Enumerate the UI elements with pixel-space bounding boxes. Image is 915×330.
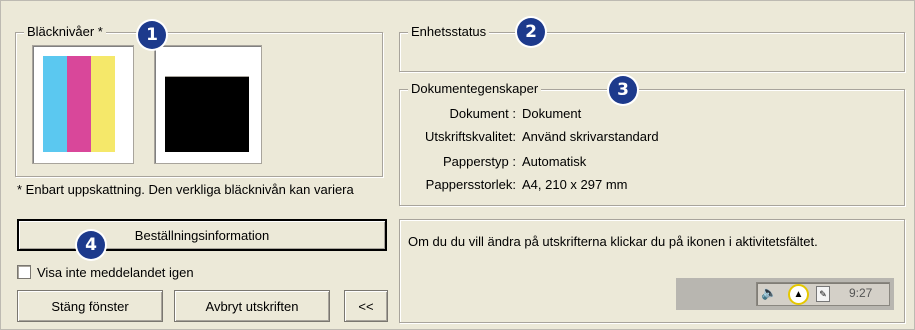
property-row-quality: Utskriftskvalitet: Använd skrivarstandar…	[400, 129, 730, 149]
printer-status-dialog: Bläcknivåer * 1 * Enbart uppskattning. D…	[0, 0, 915, 330]
system-tray: 🔈 ▲ ✎ 9:27	[756, 282, 890, 306]
taskbar-preview: 🔈 ▲ ✎ 9:27	[676, 278, 894, 310]
black-ink	[165, 77, 249, 152]
property-label: Pappersstorlek:	[425, 177, 516, 192]
notepad-icon: ✎	[816, 286, 830, 302]
dont-show-again-option[interactable]: Visa inte meddelandet igen	[17, 264, 194, 280]
speaker-icon: 🔈	[761, 285, 778, 300]
property-label: Utskriftskvalitet:	[424, 129, 516, 144]
document-properties-group: Dokumentegenskaper Dokument : Dokument U…	[399, 81, 905, 206]
magenta-ink	[67, 56, 91, 152]
callout-badge-3: 3	[609, 76, 637, 104]
ink-levels-title: Bläcknivåer *	[24, 24, 106, 40]
property-label: Papperstyp :	[443, 154, 516, 169]
cyan-ink	[43, 56, 67, 152]
black-cartridge	[154, 45, 262, 164]
black-ink-empty-portion	[165, 56, 249, 77]
property-value: A4, 210 x 297 mm	[522, 177, 628, 192]
property-label: Dokument :	[449, 106, 516, 121]
order-info-button[interactable]: Beställningsinformation	[17, 219, 387, 251]
dont-show-again-label: Visa inte meddelandet igen	[37, 264, 194, 280]
callout-badge-4: 4	[77, 231, 105, 259]
printer-status-icon[interactable]: ▲	[788, 284, 809, 305]
property-row-paper-size: Pappersstorlek: A4, 210 x 297 mm	[400, 177, 730, 197]
device-status-title: Enhetsstatus	[408, 24, 490, 40]
property-value: Dokument	[522, 106, 582, 121]
property-value: Automatisk	[522, 154, 587, 169]
ink-levels-group: Bläcknivåer *	[15, 24, 383, 177]
ink-footnote: * Enbart uppskattning. Den verkliga bläc…	[17, 182, 354, 197]
callout-badge-2: 2	[517, 18, 545, 46]
message-panel: Om du du vill ändra på utskrifterna klic…	[399, 219, 905, 323]
collapse-button[interactable]: <<	[344, 290, 388, 322]
property-row-paper-type: Papperstyp : Automatisk	[400, 154, 730, 174]
property-value: Använd skrivarstandard	[522, 129, 659, 144]
tricolor-cartridge	[32, 45, 134, 164]
tray-clock: 9:27	[849, 286, 873, 300]
callout-badge-1: 1	[138, 21, 166, 49]
cancel-print-button[interactable]: Avbryt utskriften	[174, 290, 330, 322]
message-text: Om du du vill ändra på utskrifterna klic…	[408, 234, 818, 249]
yellow-ink	[91, 56, 115, 152]
property-row-document: Dokument : Dokument	[400, 106, 730, 126]
device-status-group: Enhetsstatus	[399, 24, 905, 72]
document-properties-title: Dokumentegenskaper	[408, 81, 542, 97]
dont-show-again-checkbox[interactable]	[17, 265, 31, 279]
close-window-button[interactable]: Stäng fönster	[17, 290, 163, 322]
